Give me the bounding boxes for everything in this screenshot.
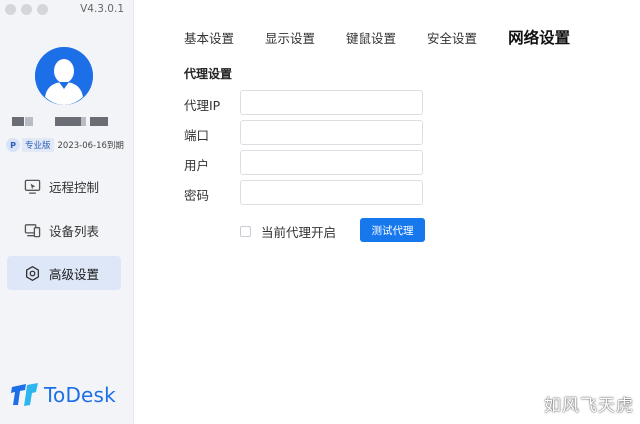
todesk-logo: ToDesk — [11, 383, 116, 407]
sidebar-item-remote-control[interactable]: 远程控制 — [7, 169, 121, 203]
masked-name-block — [12, 117, 24, 126]
window-controls — [5, 4, 48, 15]
close-window-button[interactable] — [5, 4, 16, 15]
user-label: 用户 — [184, 158, 210, 173]
masked-name-block — [90, 117, 108, 126]
masked-name-block — [25, 117, 33, 126]
sidebar-item-label: 远程控制 — [49, 179, 100, 195]
sidebar-item-device-list[interactable]: 设备列表 — [7, 213, 121, 247]
port-label: 端口 — [184, 128, 210, 143]
settings-tabs: 基本设置 显示设置 键鼠设置 安全设置 网络设置 — [184, 26, 570, 48]
port-input[interactable] — [240, 120, 423, 145]
logo-text: ToDesk — [44, 383, 116, 407]
watermark-text: 如风飞天虎 — [544, 396, 634, 416]
avatar[interactable] — [35, 47, 93, 105]
minimize-window-button[interactable] — [21, 4, 32, 15]
masked-name-block — [81, 117, 86, 126]
edition-row: P 专业版 2023-06-16到期 — [6, 138, 124, 152]
version-label: V4.3.0.1 — [80, 3, 124, 15]
todesk-logo-icon — [11, 383, 38, 406]
user-input[interactable] — [240, 150, 423, 175]
enable-proxy-checkbox[interactable] — [240, 226, 251, 237]
section-title-proxy: 代理设置 — [184, 67, 233, 81]
enable-proxy-label: 当前代理开启 — [261, 225, 337, 240]
device-list-icon — [24, 223, 41, 237]
enable-proxy-row[interactable]: 当前代理开启 — [240, 222, 336, 241]
tab-keyboard-mouse-settings[interactable]: 键鼠设置 — [346, 28, 396, 47]
expiry-date: 2023-06-16到期 — [57, 141, 124, 151]
tab-network-settings[interactable]: 网络设置 — [508, 26, 570, 48]
masked-name-block — [55, 117, 81, 126]
zoom-window-button[interactable] — [37, 4, 48, 15]
pro-edition-icon: P — [6, 138, 20, 152]
user-avatar-icon — [35, 47, 93, 105]
sidebar: V4.3.0.1 P 专业版 2023-06-16到期 远程控制 设备列表 高级… — [0, 0, 134, 424]
tab-basic-settings[interactable]: 基本设置 — [184, 28, 234, 47]
test-proxy-button[interactable]: 测试代理 — [360, 218, 425, 242]
password-label: 密码 — [184, 188, 210, 203]
remote-control-icon — [24, 179, 41, 194]
settings-gear-icon — [25, 265, 40, 281]
sidebar-item-label: 设备列表 — [49, 223, 100, 239]
password-input[interactable] — [240, 180, 423, 205]
tab-security-settings[interactable]: 安全设置 — [427, 28, 477, 47]
edition-label: 专业版 — [22, 138, 54, 152]
tab-display-settings[interactable]: 显示设置 — [265, 28, 315, 47]
proxy-ip-input[interactable] — [240, 90, 423, 115]
sidebar-item-advanced-settings[interactable]: 高级设置 — [7, 256, 121, 290]
sidebar-item-label: 高级设置 — [49, 266, 100, 282]
proxy-ip-label: 代理IP — [184, 98, 221, 113]
